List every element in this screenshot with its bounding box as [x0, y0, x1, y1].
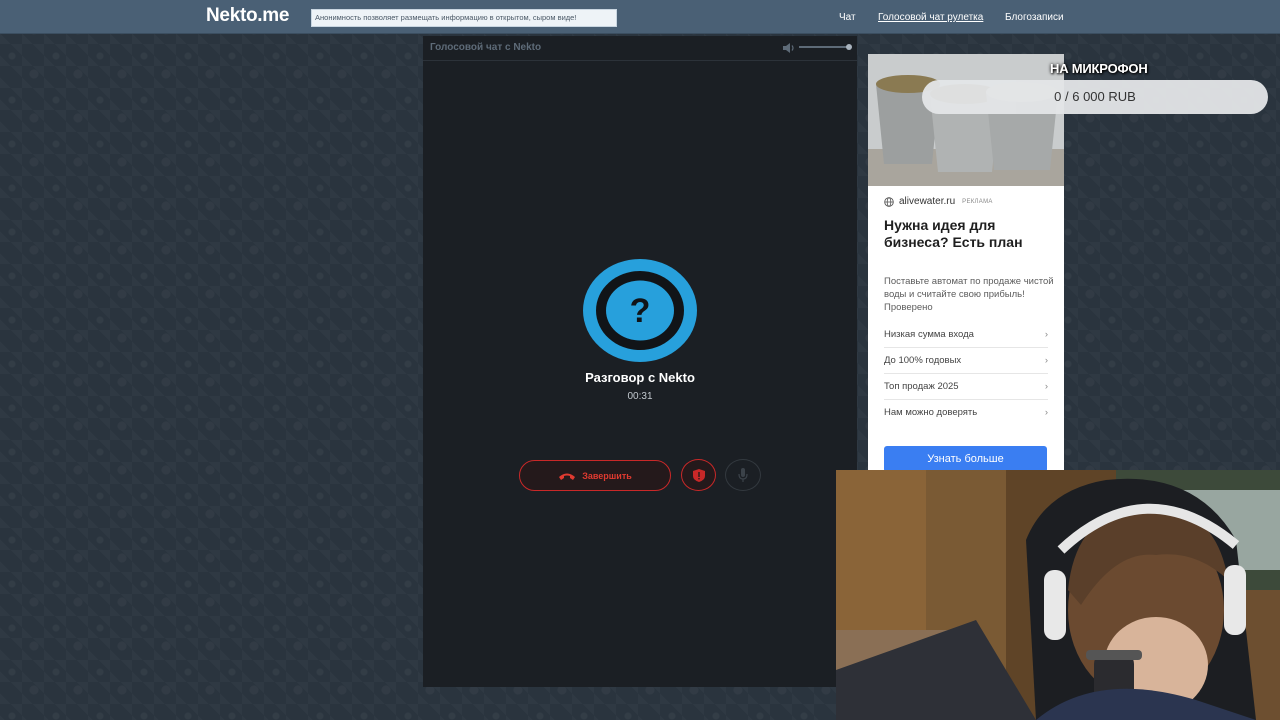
anonymity-notice: Анонимность позволяет размещать информац… — [311, 9, 617, 27]
nav-link-voice-roulette[interactable]: Голосовой чат рулетка — [878, 12, 983, 23]
ad-image[interactable] — [868, 54, 1064, 186]
ad-source-domain: alivewater.ru — [899, 196, 956, 207]
call-timer: 00:31 — [627, 391, 653, 402]
ad-list-item[interactable]: Топ продаж 2025 › — [884, 374, 1048, 400]
ad-list-item[interactable]: До 100% годовых › — [884, 348, 1048, 374]
speaker-icon[interactable] — [782, 41, 796, 55]
report-button[interactable] — [681, 459, 716, 491]
ad-description: Поставьте автомат по продаже чистой воды… — [884, 276, 1054, 313]
ad-list-item-label: Топ продаж 2025 — [884, 381, 959, 392]
globe-icon — [884, 196, 894, 207]
chevron-right-icon: › — [1044, 355, 1048, 366]
ad-list-item-label: Низкая сумма входа — [884, 329, 974, 340]
advertisement-panel[interactable]: alivewater.ru РЕКЛАМА Нужна идея для биз… — [868, 54, 1064, 470]
microphone-icon — [738, 468, 748, 482]
donation-progress-bar: 0 / 6 000 RUB — [922, 80, 1268, 114]
anonymous-avatar-icon: ? — [583, 259, 697, 362]
ad-learn-more-button[interactable]: Узнать больше — [884, 446, 1047, 470]
ad-benefits-list: Низкая сумма входа › До 100% годовых › Т… — [884, 322, 1048, 426]
volume-slider-handle[interactable] — [846, 44, 852, 50]
ad-title[interactable]: Нужна идея для бизнеса? Есть план — [884, 217, 1054, 250]
chevron-right-icon: › — [1044, 381, 1048, 392]
conversation-title: Разговор с Nekto — [585, 370, 695, 385]
chevron-right-icon: › — [1044, 329, 1048, 340]
phone-hangup-icon — [559, 473, 576, 480]
ad-list-item-label: До 100% годовых — [884, 355, 962, 366]
donation-goal-title: НА МИКРОФОН — [1050, 61, 1148, 76]
ad-list-item[interactable]: Нам можно доверять › — [884, 400, 1048, 426]
ad-list-item-label: Нам можно доверять — [884, 407, 978, 418]
ad-source[interactable]: alivewater.ru РЕКЛАМА — [884, 196, 993, 207]
chevron-right-icon: › — [1044, 407, 1048, 418]
nav-link-blogs[interactable]: Блогозаписи — [1005, 12, 1064, 23]
chat-title: Голосовой чат с Nekto — [430, 42, 542, 53]
avatar-question-mark: ? — [630, 292, 651, 330]
webcam-feed — [836, 470, 1280, 720]
shield-icon — [692, 468, 705, 482]
site-logo[interactable]: Nekto.me — [206, 5, 289, 27]
mute-microphone-button[interactable] — [725, 459, 761, 491]
voice-chat-panel: Голосовой чат с Nekto ? Разговор с Nekto… — [423, 36, 857, 687]
end-call-label: Завершить — [582, 470, 632, 481]
nav-link-chat[interactable]: Чат — [839, 12, 856, 23]
chat-header: Голосовой чат с Nekto — [423, 36, 857, 61]
ad-list-item[interactable]: Низкая сумма входа › — [884, 322, 1048, 348]
end-call-button[interactable]: Завершить — [519, 460, 671, 491]
ad-label: РЕКЛАМА — [962, 198, 993, 205]
volume-slider[interactable] — [799, 46, 851, 48]
top-navigation-bar: Nekto.me Анонимность позволяет размещать… — [0, 0, 1280, 34]
